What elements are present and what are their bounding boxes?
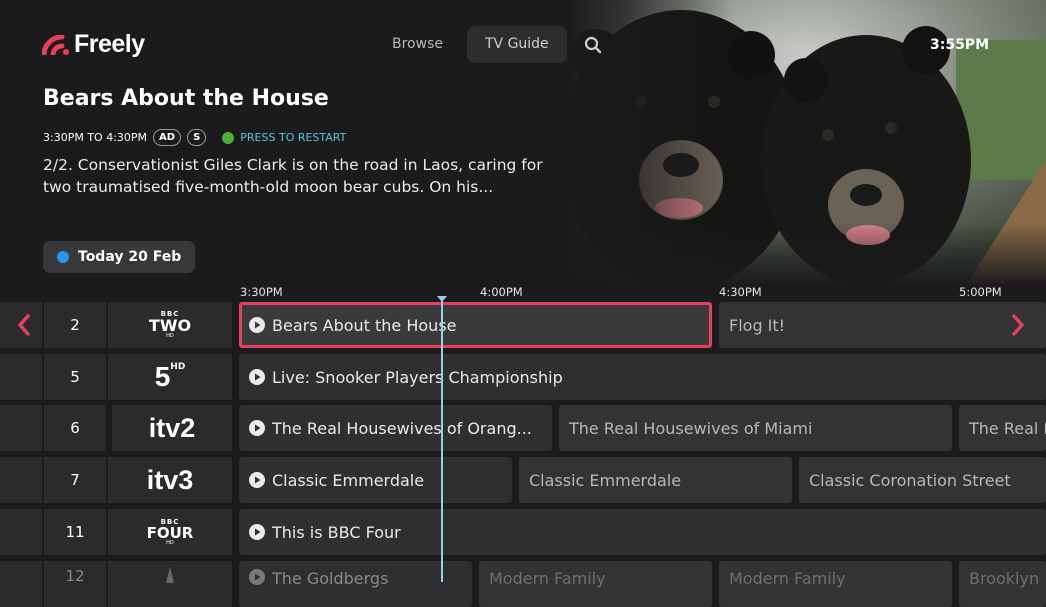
programme-title: Live: Snooker Players Championship xyxy=(272,367,563,387)
programme-meta: 3:30PM TO 4:30PM AD S PRESS TO RESTART xyxy=(43,129,346,146)
row-lead xyxy=(0,405,42,451)
programme-title: The Real H xyxy=(969,418,1046,438)
channel-logo-5hd: 5 HD xyxy=(108,354,232,400)
programme-cell[interactable]: The Real H xyxy=(959,405,1046,451)
channel-logo-bbc-two: BBC TWO HD xyxy=(108,302,232,348)
programme-cell[interactable]: Classic Coronation Street xyxy=(799,457,1046,503)
audio-description-badge: AD xyxy=(153,129,182,146)
programme-title: Flog It! xyxy=(729,315,786,335)
freely-logo-icon xyxy=(42,34,69,55)
subtitles-badge: S xyxy=(187,129,207,146)
current-time-line xyxy=(441,298,443,582)
channel-number: 12 xyxy=(44,561,106,607)
row-lead xyxy=(0,561,42,607)
programme-title: Classic Emmerdale xyxy=(529,470,682,490)
channel-logo-itv3: itv3 xyxy=(108,457,232,503)
play-icon xyxy=(249,420,265,436)
play-icon xyxy=(249,369,265,385)
programme-title: The Goldbergs xyxy=(272,569,389,588)
programme-cell-selected[interactable]: Bears About the House xyxy=(239,302,712,348)
programme-cell[interactable]: The Real Housewives of Miami xyxy=(559,405,952,451)
logo-main-text: 5 xyxy=(154,361,171,392)
channel-row: 11 BBC FOUR HD This is BBC Four xyxy=(0,509,1046,555)
row-lead xyxy=(0,509,42,555)
programme-title: Modern Family xyxy=(489,569,606,588)
programme-title: Brooklyn xyxy=(969,569,1040,588)
channel-row: 6 itv2 The Real Housewives of Orang... T… xyxy=(0,405,1046,451)
programme-cell[interactable]: Brooklyn xyxy=(959,561,1046,607)
restart-hint: PRESS TO RESTART xyxy=(222,131,346,144)
date-selector[interactable]: Today 20 Feb xyxy=(43,241,196,273)
programme-title: The Real Housewives of Miami xyxy=(569,418,813,438)
channel-logo-itv2: itv2 xyxy=(112,405,232,451)
programme-cell[interactable]: Modern Family xyxy=(719,561,952,607)
nav-browse[interactable]: Browse xyxy=(374,26,461,63)
programme-description: 2/2. Conservationist Giles Clark is on t… xyxy=(43,156,543,196)
programme-title: Bears About the House xyxy=(43,86,329,111)
time-marker: 3:30PM xyxy=(240,285,283,299)
time-marker: 4:00PM xyxy=(480,285,523,299)
logo-main-text: itv2 xyxy=(148,412,196,443)
channel-row: 5 5 HD Live: Snooker Players Championshi… xyxy=(0,354,1046,400)
green-button-icon xyxy=(222,131,235,144)
nav-tv-guide[interactable]: TV Guide xyxy=(466,26,567,63)
row-lead xyxy=(0,457,42,503)
programme-title: Classic Emmerdale xyxy=(272,470,425,490)
channel-logo-bbc-four: BBC FOUR HD xyxy=(108,509,232,555)
freely-logo: Freely xyxy=(42,30,145,59)
chevron-left-icon[interactable] xyxy=(18,314,30,336)
date-label: Today 20 Feb xyxy=(78,249,182,265)
programme-title: Bears About the House xyxy=(272,315,457,335)
freely-logo-text: Freely xyxy=(74,30,145,58)
channel-row: 2 BBC TWO HD Bears About the House Flog … xyxy=(0,302,1046,348)
programme-cell[interactable]: Classic Emmerdale xyxy=(519,457,792,503)
channel-number: 5 xyxy=(44,354,106,400)
row-lead xyxy=(0,302,42,348)
channel-logo-icon xyxy=(166,567,174,583)
programme-cell[interactable]: The Goldbergs xyxy=(239,561,472,607)
programme-time: 3:30PM TO 4:30PM xyxy=(43,131,148,144)
current-time-marker xyxy=(437,296,447,302)
blue-button-icon xyxy=(57,251,69,263)
time-marker: 5:00PM xyxy=(959,285,1002,299)
top-nav: Browse TV Guide xyxy=(374,26,611,63)
channel-row: 12 The Goldbergs Modern Family Modern Fa… xyxy=(0,561,1046,607)
programme-cell[interactable]: Live: Snooker Players Championship xyxy=(239,354,1046,400)
programme-title: Modern Family xyxy=(729,569,846,588)
channel-number: 11 xyxy=(44,509,106,555)
row-lead xyxy=(0,354,42,400)
restart-label: PRESS TO RESTART xyxy=(240,131,347,144)
play-icon xyxy=(249,524,265,540)
channel-number: 2 xyxy=(44,302,106,348)
programme-cell[interactable]: Flog It! xyxy=(719,302,1046,348)
clock: 3:55PM xyxy=(929,37,989,53)
programme-cell[interactable]: Classic Emmerdale xyxy=(239,457,512,503)
programme-cell[interactable]: Modern Family xyxy=(479,561,712,607)
play-icon xyxy=(249,317,265,333)
chevron-right-icon[interactable] xyxy=(1012,314,1024,336)
search-button[interactable] xyxy=(575,26,611,63)
programme-title: Classic Coronation Street xyxy=(809,470,1011,490)
programme-cell[interactable]: This is BBC Four xyxy=(239,509,1046,555)
logo-main-text: FOUR xyxy=(146,523,194,542)
channel-number: 6 xyxy=(44,405,106,451)
programme-title: This is BBC Four xyxy=(272,522,401,542)
search-icon xyxy=(584,36,601,53)
time-marker: 4:30PM xyxy=(719,285,762,299)
programme-cell[interactable]: The Real Housewives of Orang... xyxy=(239,405,552,451)
channel-number: 7 xyxy=(44,457,106,503)
channel-logo xyxy=(108,561,232,607)
logo-main-text: TWO xyxy=(148,316,192,335)
programme-title: The Real Housewives of Orang... xyxy=(272,418,532,438)
play-icon xyxy=(249,569,265,585)
play-icon xyxy=(249,472,265,488)
channel-row: 7 itv3 Classic Emmerdale Classic Emmerda… xyxy=(0,457,1046,503)
logo-hd-text: HD xyxy=(170,362,186,372)
logo-main-text: itv3 xyxy=(146,464,194,495)
